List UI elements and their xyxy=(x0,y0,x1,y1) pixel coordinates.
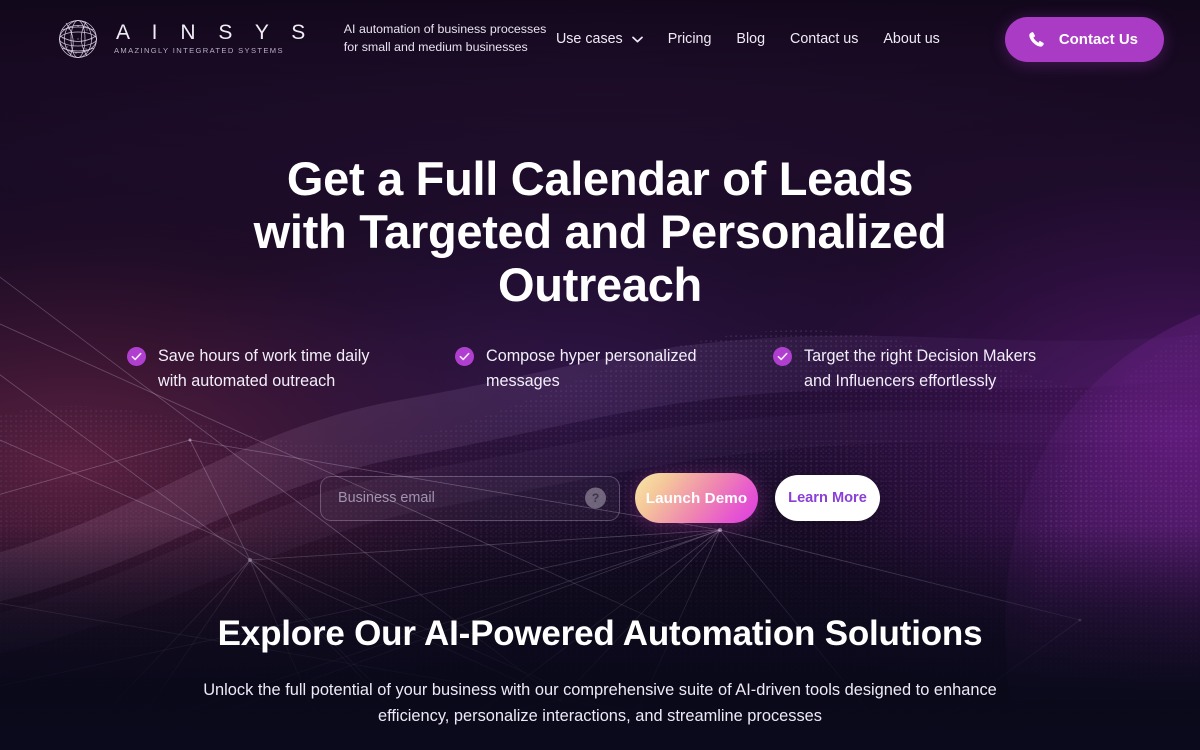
logo-name: A I N S Y S xyxy=(116,21,314,45)
launch-demo-button[interactable]: Launch Demo xyxy=(635,473,758,523)
check-circle-icon xyxy=(455,347,474,366)
feature-text: Save hours of work time daily with autom… xyxy=(158,344,369,394)
headline-line-1: Get a Full Calendar of Leads xyxy=(286,152,914,205)
hero-cta-row: ? Launch Demo Learn More xyxy=(0,473,1200,523)
nav-item-use-cases[interactable]: Use cases xyxy=(556,31,643,47)
hero-feature-list: Save hours of work time daily with autom… xyxy=(0,344,1200,394)
question-mark-circle-icon[interactable]: ? xyxy=(585,487,606,509)
feature-2-line-1: Compose hyper personalized xyxy=(486,347,697,365)
tagline-line-1: AI automation of business processes xyxy=(343,22,547,37)
contact-us-button[interactable]: Contact Us xyxy=(1004,16,1164,62)
globe-wireframe-logo-icon xyxy=(59,20,97,58)
check-circle-icon xyxy=(773,347,792,366)
nav-label-use-cases: Use cases xyxy=(555,31,623,47)
nav-item-blog[interactable]: Blog xyxy=(736,31,765,47)
nav-item-pricing[interactable]: Pricing xyxy=(668,31,712,47)
check-circle-icon xyxy=(127,347,146,366)
feature-3-line-1: Target the right Decision Makers xyxy=(804,347,1037,365)
phone-icon xyxy=(1029,31,1044,47)
business-email-field[interactable]: ? xyxy=(320,475,620,521)
nav-label-about-us: About us xyxy=(883,31,940,47)
tagline-line-2: for small and medium businesses xyxy=(343,40,528,54)
section-subtitle-line-2: efficiency, personalize interactions, an… xyxy=(378,707,822,725)
headline-line-3: Outreach xyxy=(498,258,702,311)
search-input[interactable] xyxy=(338,490,575,506)
headline-line-2: with Targeted and Personalized xyxy=(253,205,947,258)
feature-text: Target the right Decision Makers and Inf… xyxy=(804,344,1036,394)
chevron-down-icon xyxy=(631,36,643,42)
landing-page: A I N S Y S AMAZINGLY INTEGRATED SYSTEMS… xyxy=(0,0,1200,750)
section-title: Explore Our AI-Powered Automation Soluti… xyxy=(217,614,983,653)
feature-1-line-2: with automated outreach xyxy=(158,372,336,390)
feature-3-line-2: and Influencers effortlessly xyxy=(804,372,997,390)
main-navigation: Use cases Pricing Blog Contact us About … xyxy=(556,16,1164,62)
solutions-section: Explore Our AI-Powered Automation Soluti… xyxy=(0,612,1200,729)
learn-more-button[interactable]: Learn More xyxy=(775,475,880,521)
feature-1-line-1: Save hours of work time daily xyxy=(158,347,370,365)
feature-item: Compose hyper personalized messages xyxy=(455,344,773,394)
logo[interactable]: A I N S Y S AMAZINGLY INTEGRATED SYSTEMS xyxy=(56,17,314,61)
section-subtitle: Unlock the full potential of your busine… xyxy=(140,677,1060,729)
site-header: A I N S Y S AMAZINGLY INTEGRATED SYSTEMS… xyxy=(0,0,1200,78)
header-tagline: AI automation of business processes for … xyxy=(344,21,547,56)
nav-item-about-us[interactable]: About us xyxy=(883,31,939,47)
feature-item: Target the right Decision Makers and Inf… xyxy=(773,344,1073,394)
contact-us-button-label: Contact Us xyxy=(1058,30,1138,48)
feature-item: Save hours of work time daily with autom… xyxy=(127,344,455,394)
nav-label-pricing: Pricing xyxy=(667,31,712,47)
feature-2-line-2: messages xyxy=(486,372,560,390)
feature-text: Compose hyper personalized messages xyxy=(486,344,697,394)
nav-label-blog: Blog xyxy=(736,31,766,47)
nav-label-contact-us: Contact us xyxy=(790,31,859,47)
logo-subtitle: AMAZINGLY INTEGRATED SYSTEMS xyxy=(114,46,284,56)
page-title: Get a Full Calendar of Leads with Target… xyxy=(0,152,1200,311)
nav-item-contact-us[interactable]: Contact us xyxy=(790,31,858,47)
svg-text:?: ? xyxy=(592,491,599,505)
section-subtitle-line-1: Unlock the full potential of your busine… xyxy=(203,681,997,699)
